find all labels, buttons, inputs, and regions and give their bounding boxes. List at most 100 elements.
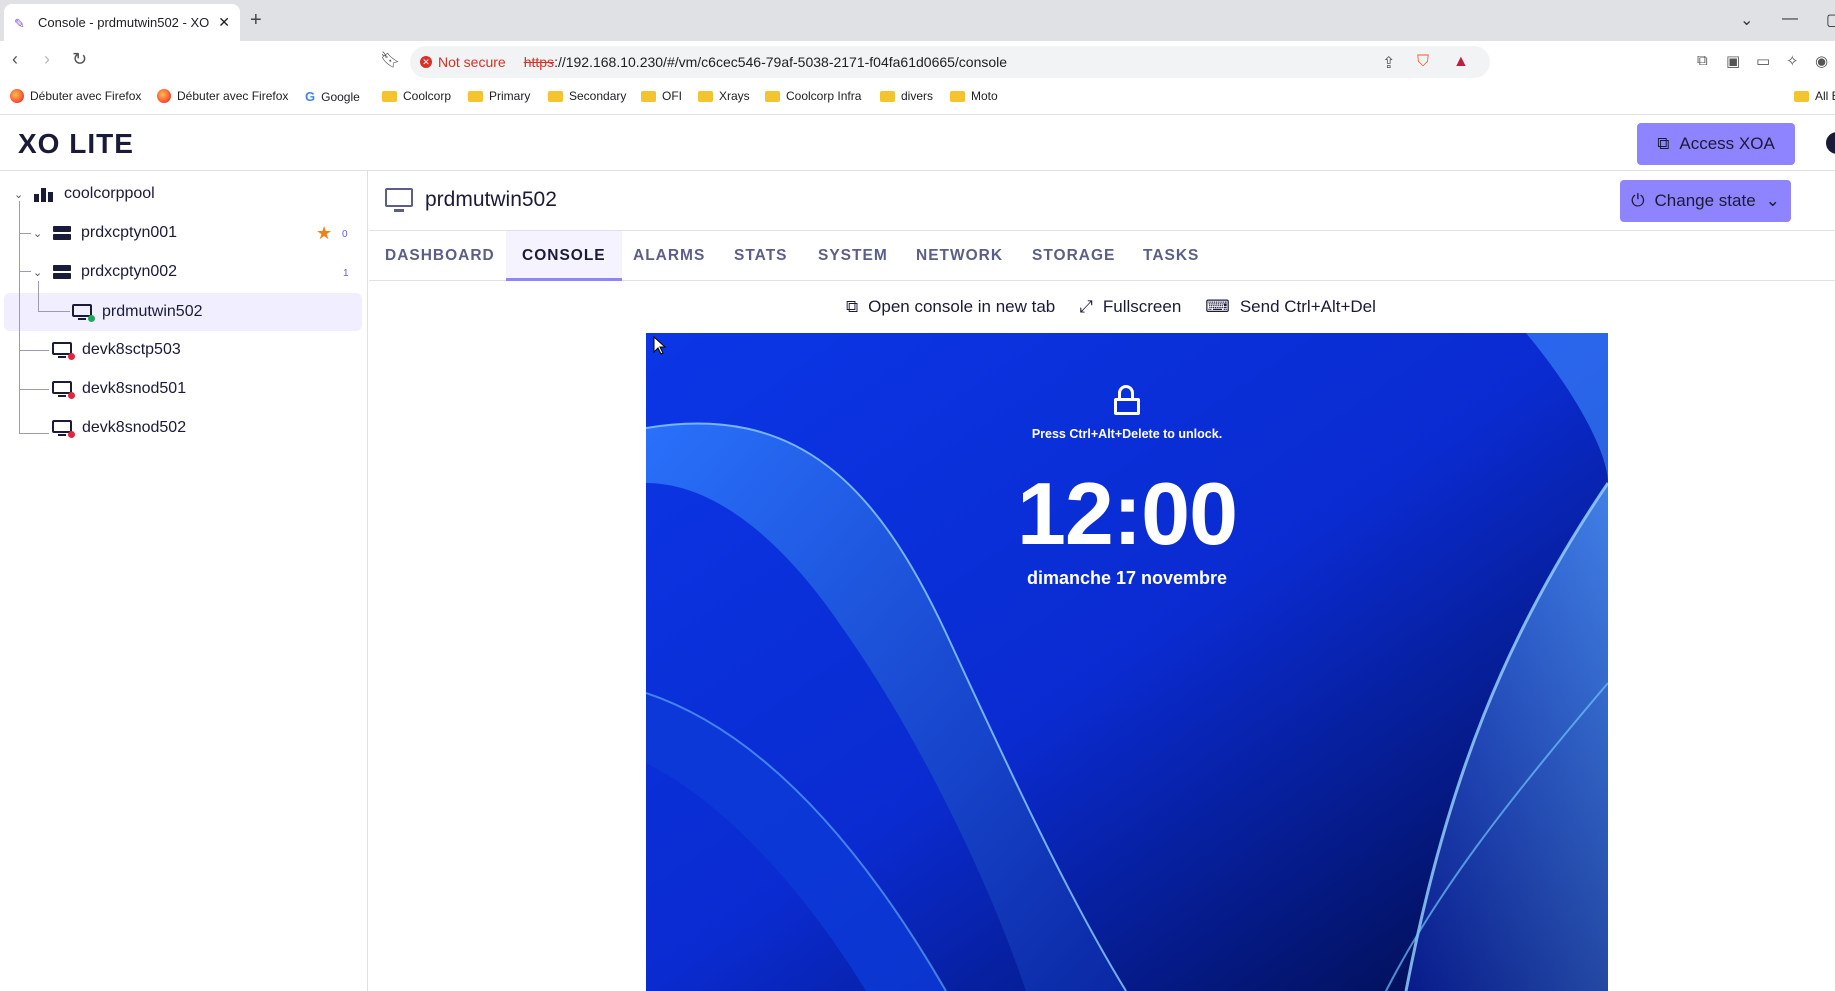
folder-icon (548, 90, 563, 102)
tab-list-chevron-icon[interactable]: ⌄ (1740, 10, 1753, 30)
tree-vm-item[interactable]: devk8sctp503 (52, 331, 181, 369)
host-name: prdxcptyn002 (81, 263, 178, 280)
bookmark-item[interactable]: Débuter avec Firefox (10, 89, 141, 103)
reload-icon[interactable]: ↻ (72, 49, 87, 70)
bookmark-folder[interactable]: Moto (950, 89, 998, 103)
tab-storage[interactable]: STORAGE (1016, 231, 1131, 281)
keyboard-icon: ⌨ (1205, 297, 1230, 316)
lock-icon (1114, 385, 1140, 415)
host-alarm-badge: 0 (342, 229, 348, 240)
share-icon[interactable]: ⇪ (1382, 53, 1395, 73)
leo-ai-icon[interactable]: ✧ (1786, 52, 1799, 70)
firefox-icon (157, 89, 171, 103)
send-cad-label: Send Ctrl+Alt+Del (1239, 297, 1376, 316)
tab-tasks[interactable]: TASKS (1127, 231, 1215, 281)
close-tab-icon[interactable]: ✕ (218, 14, 230, 31)
forward-icon[interactable]: › (44, 49, 50, 70)
lockscreen-clock: 12:00 (1016, 464, 1238, 563)
fullscreen-button[interactable]: ⤢ Fullscreen (1067, 287, 1193, 327)
new-tab-icon[interactable]: + (250, 9, 262, 32)
security-indicator[interactable]: ✕ Not secure (420, 54, 506, 70)
bookmark-folder[interactable]: Primary (468, 89, 530, 103)
folder-icon (641, 90, 656, 102)
bookmarks-bar: Débuter avec Firefox Débuter avec Firefo… (0, 81, 1835, 115)
bookmark-folder[interactable]: Coolcorp (382, 89, 451, 103)
minimize-icon[interactable]: — (1782, 10, 1798, 28)
access-xoa-button[interactable]: ⧉ Access XOA (1637, 123, 1795, 165)
pool-icon (34, 186, 54, 202)
host-icon (53, 226, 71, 240)
tab-dashboard[interactable]: DASHBOARD (369, 231, 511, 281)
brave-shield-icon[interactable]: ⛉ (1417, 53, 1429, 71)
profile-icon[interactable]: ◉ (1815, 52, 1828, 70)
browser-tab[interactable]: ✎ Console - prdmutwin502 - XO L ✕ (4, 4, 240, 41)
brave-rewards-icon[interactable]: ▲ (1453, 53, 1469, 71)
bookmark-page-icon[interactable]: 🔖︎ (380, 50, 400, 70)
firefox-icon (10, 89, 24, 103)
chevron-down-icon[interactable]: ⌄ (33, 266, 47, 279)
open-console-new-tab-button[interactable]: ⧉ Open console in new tab (834, 287, 1067, 327)
vm-icon (385, 188, 413, 212)
bookmark-folder[interactable]: divers (880, 89, 933, 103)
all-bookmarks-folder[interactable]: All B (1794, 89, 1835, 103)
tree-vm-item[interactable]: devk8snod501 (52, 370, 186, 408)
extensions-icon[interactable]: ⧉ (1697, 52, 1708, 69)
host-alarm-badge: 1 (343, 268, 349, 279)
tab-alarms[interactable]: ALARMS (617, 231, 721, 281)
warning-icon: ✕ (420, 56, 432, 68)
folder-icon (468, 90, 483, 102)
user-avatar[interactable] (1826, 132, 1835, 154)
tree-line (19, 433, 49, 434)
tree-line (19, 233, 31, 234)
folder-icon (698, 90, 713, 102)
not-secure-label: Not secure (438, 54, 506, 70)
tree-vm-item[interactable]: devk8snod502 (52, 409, 186, 447)
bookmark-folder[interactable]: Secondary (548, 89, 626, 103)
sidebar-toggle-icon[interactable]: ▣ (1726, 52, 1740, 70)
tree-vm-item-selected[interactable]: prdmutwin502 (72, 293, 203, 331)
change-state-button[interactable]: ⏻ Change state ⌄ (1620, 180, 1791, 222)
vm-name: devk8snod501 (82, 380, 187, 397)
wallet-icon[interactable]: ▭ (1756, 52, 1770, 70)
tree-line (19, 389, 49, 390)
fullscreen-label: Fullscreen (1102, 297, 1182, 316)
vm-tabs: DASHBOARD CONSOLE ALARMS STATS SYSTEM NE… (369, 231, 1835, 281)
bookmark-folder[interactable]: Coolcorp Infra (765, 89, 861, 103)
chevron-down-icon[interactable]: ⌄ (33, 227, 47, 240)
tab-console[interactable]: CONSOLE (506, 231, 622, 281)
external-link-icon: ⧉ (1657, 134, 1670, 153)
url-text[interactable]: https://192.168.10.230/#/vm/c6cec546-79a… (524, 54, 1007, 70)
open-console-label: Open console in new tab (868, 297, 1056, 316)
bookmark-item[interactable]: Débuter avec Firefox (157, 89, 288, 103)
tree-line (19, 350, 49, 351)
mouse-cursor-icon (653, 336, 667, 355)
folder-icon (950, 90, 965, 102)
infrastructure-tree: ⌄ coolcorppool ⌄ prdxcptyn001 ★ 0 ⌄ prdx… (0, 171, 368, 991)
tree-line (19, 201, 20, 433)
vm-icon (52, 342, 75, 360)
vm-icon (52, 420, 75, 438)
tab-system[interactable]: SYSTEM (802, 231, 904, 281)
vm-console-screen[interactable]: Press Ctrl+Alt+Delete to unlock. 12:00 d… (646, 333, 1608, 991)
vm-title-text: prdmutwin502 (425, 188, 557, 211)
chevron-down-icon: ⌄ (1765, 191, 1780, 210)
app-header: XO LITE ⧉ Access XOA (0, 115, 1835, 171)
vm-icon (52, 381, 75, 399)
address-bar[interactable]: ✕ Not secure https://192.168.10.230/#/vm… (410, 46, 1490, 78)
send-ctrl-alt-del-button[interactable]: ⌨ Send Ctrl+Alt+Del (1193, 287, 1388, 327)
back-icon[interactable]: ‹ (12, 49, 18, 70)
tree-line (19, 271, 31, 272)
bookmark-item[interactable]: G Google (305, 89, 360, 104)
maximize-icon[interactable]: ▢ (1826, 10, 1835, 30)
tree-host-item[interactable]: ⌄ prdxcptyn001 (33, 214, 177, 252)
chevron-down-icon[interactable]: ⌄ (14, 188, 28, 201)
expand-icon: ⤢ (1079, 297, 1093, 316)
tree-pool-item[interactable]: ⌄ coolcorppool (14, 175, 155, 213)
tab-stats[interactable]: STATS (718, 231, 804, 281)
tab-network[interactable]: NETWORK (900, 231, 1019, 281)
bookmark-folder[interactable]: OFI (641, 89, 682, 103)
bookmark-folder[interactable]: Xrays (698, 89, 750, 103)
vm-name: prdmutwin502 (102, 303, 203, 320)
tree-line (38, 311, 70, 312)
tree-host-item[interactable]: ⌄ prdxcptyn002 (33, 253, 177, 291)
